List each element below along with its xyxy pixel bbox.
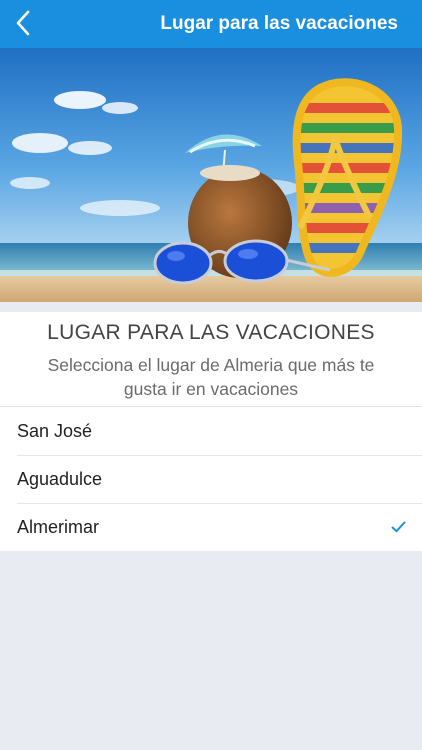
chevron-left-icon [16, 10, 30, 36]
beach-vacation-photo [0, 48, 422, 302]
option-label: Aguadulce [17, 469, 103, 489]
selection-card: LUGAR PARA LAS VACACIONES Selecciona el … [0, 312, 422, 551]
navigation-bar: Lugar para las vacaciones [0, 0, 422, 48]
page-title: Lugar para las vacaciones [160, 13, 398, 34]
section-heading: LUGAR PARA LAS VACACIONES [47, 321, 375, 344]
options-list: San José Aguadulce Almerimar [0, 406, 422, 551]
checkmark-icon [391, 503, 406, 551]
option-aguadulce[interactable]: Aguadulce [0, 455, 422, 503]
option-label: San José [17, 421, 93, 441]
option-label: Almerimar [17, 517, 100, 537]
option-san-jose[interactable]: San José [0, 407, 422, 455]
back-button[interactable] [8, 6, 38, 40]
section-subtitle: Selecciona el lugar de Almeria que más t… [47, 355, 375, 399]
option-almerimar[interactable]: Almerimar [0, 503, 422, 551]
hero-image [0, 48, 422, 302]
